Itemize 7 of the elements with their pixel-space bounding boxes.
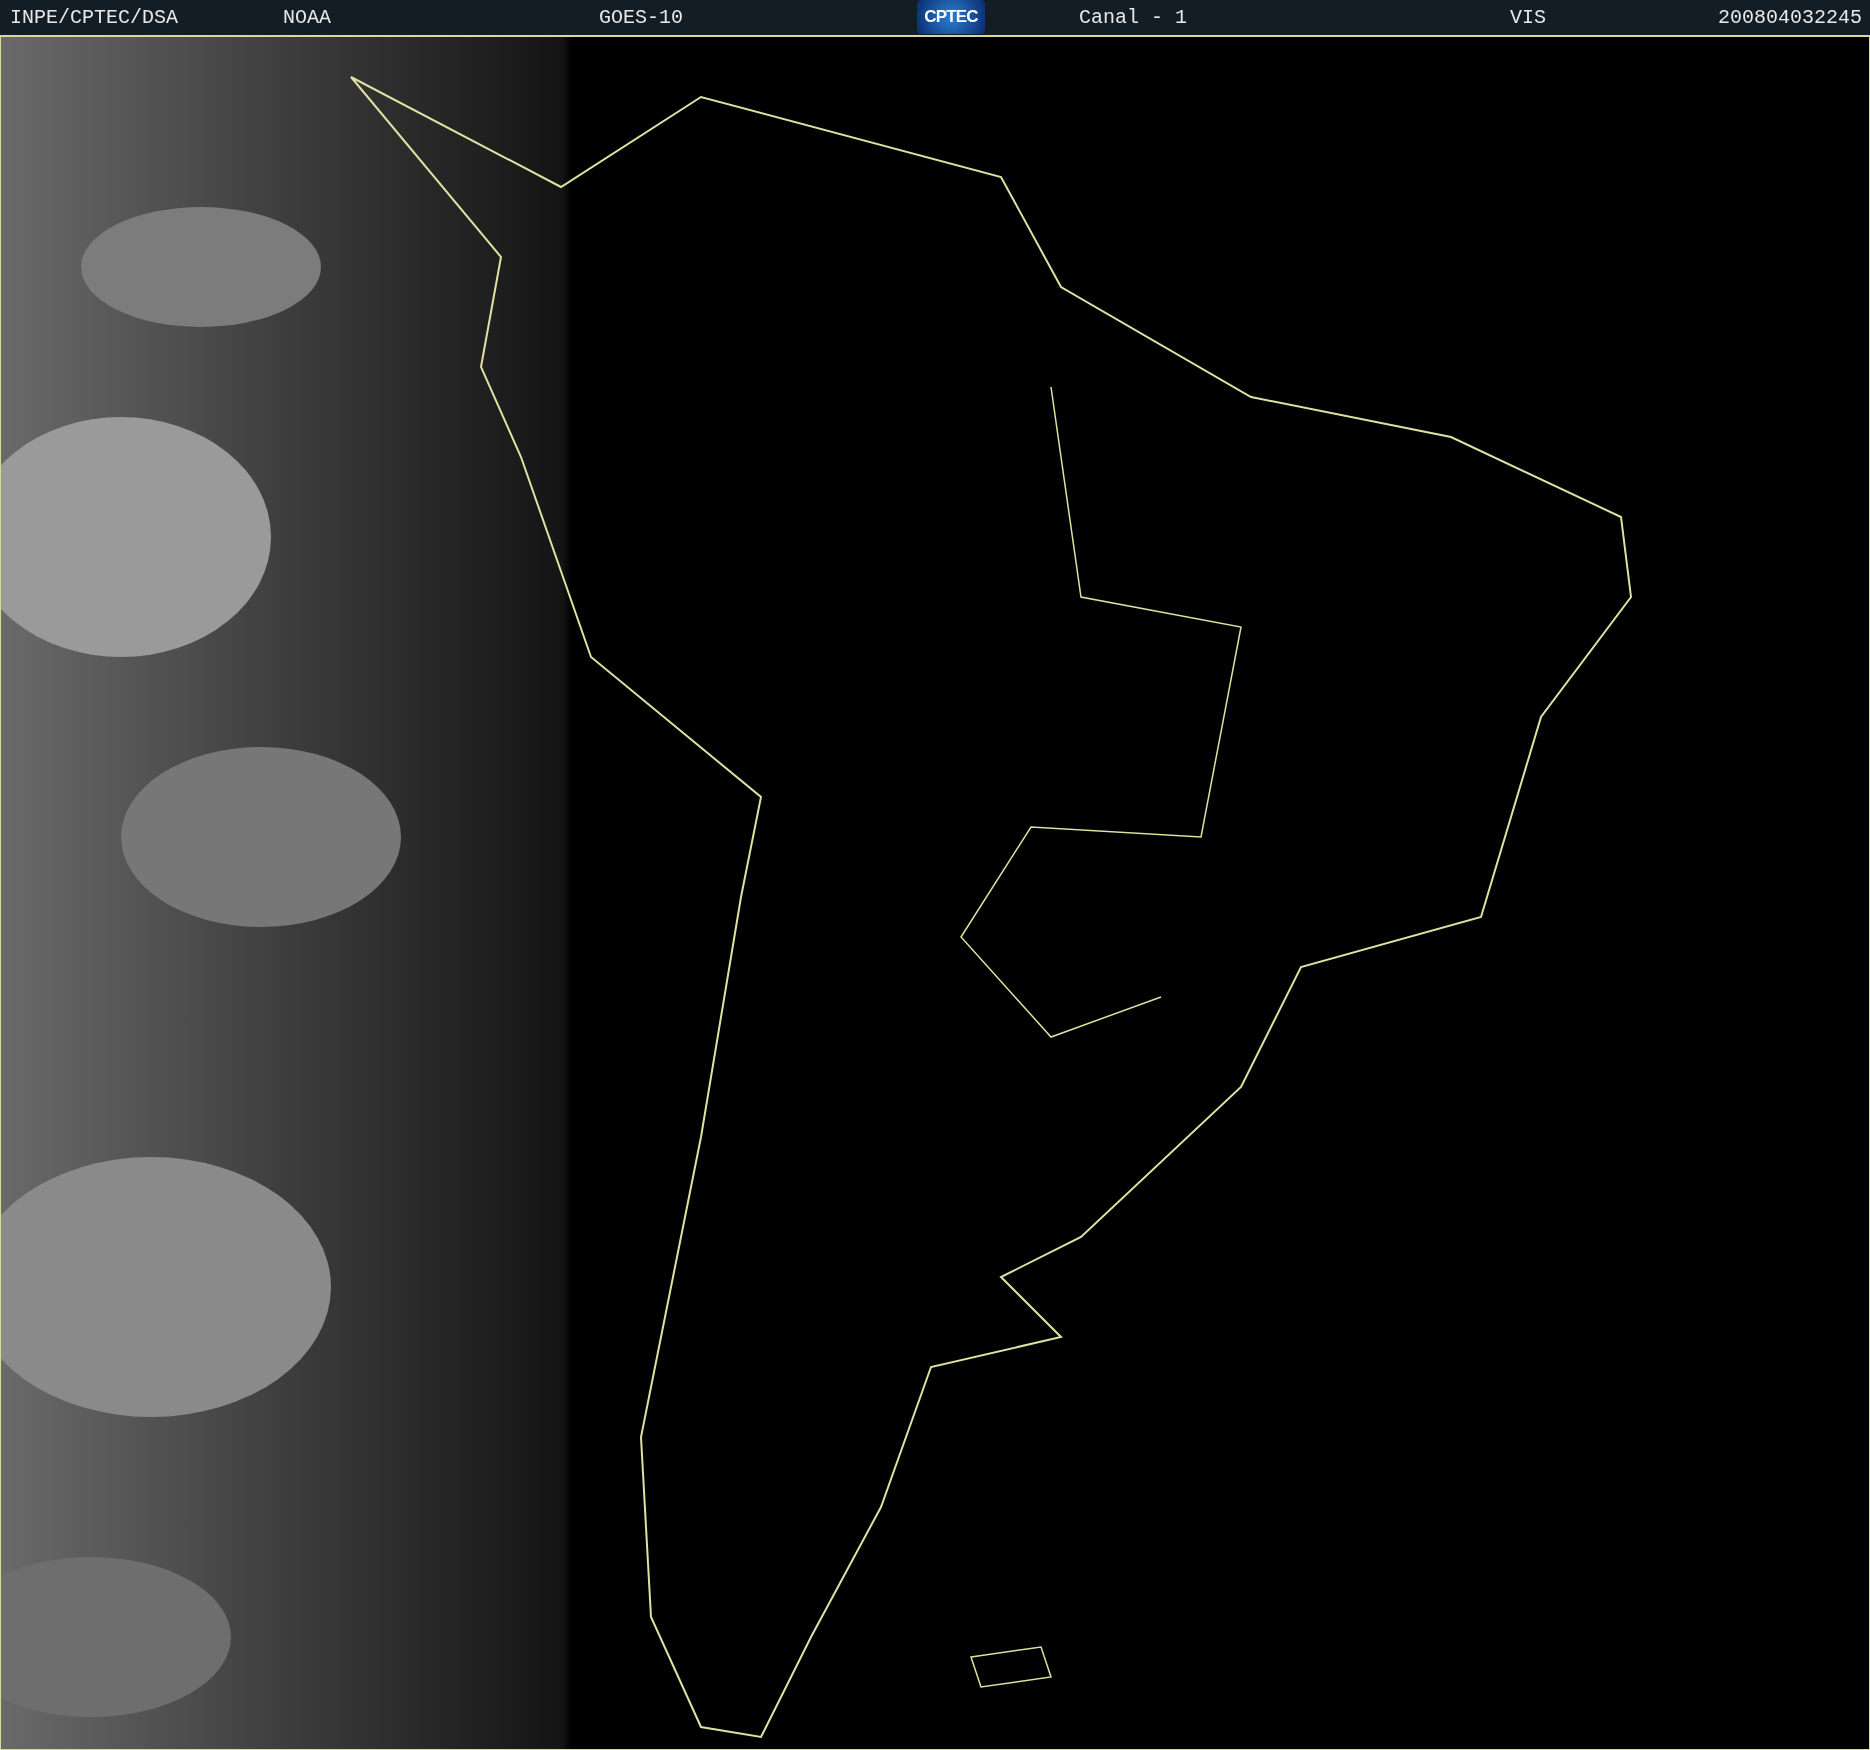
- header-label: INPE/CPTEC/DSA: [10, 6, 179, 30]
- header-label: VIS: [1510, 6, 1546, 30]
- header-label: Canal - 1: [1079, 6, 1188, 30]
- logo: CPTEC: [917, 0, 985, 34]
- header-label: 200804032245: [1717, 6, 1862, 30]
- header-label: NOAA: [283, 6, 331, 30]
- header-label: GOES-10: [599, 6, 683, 30]
